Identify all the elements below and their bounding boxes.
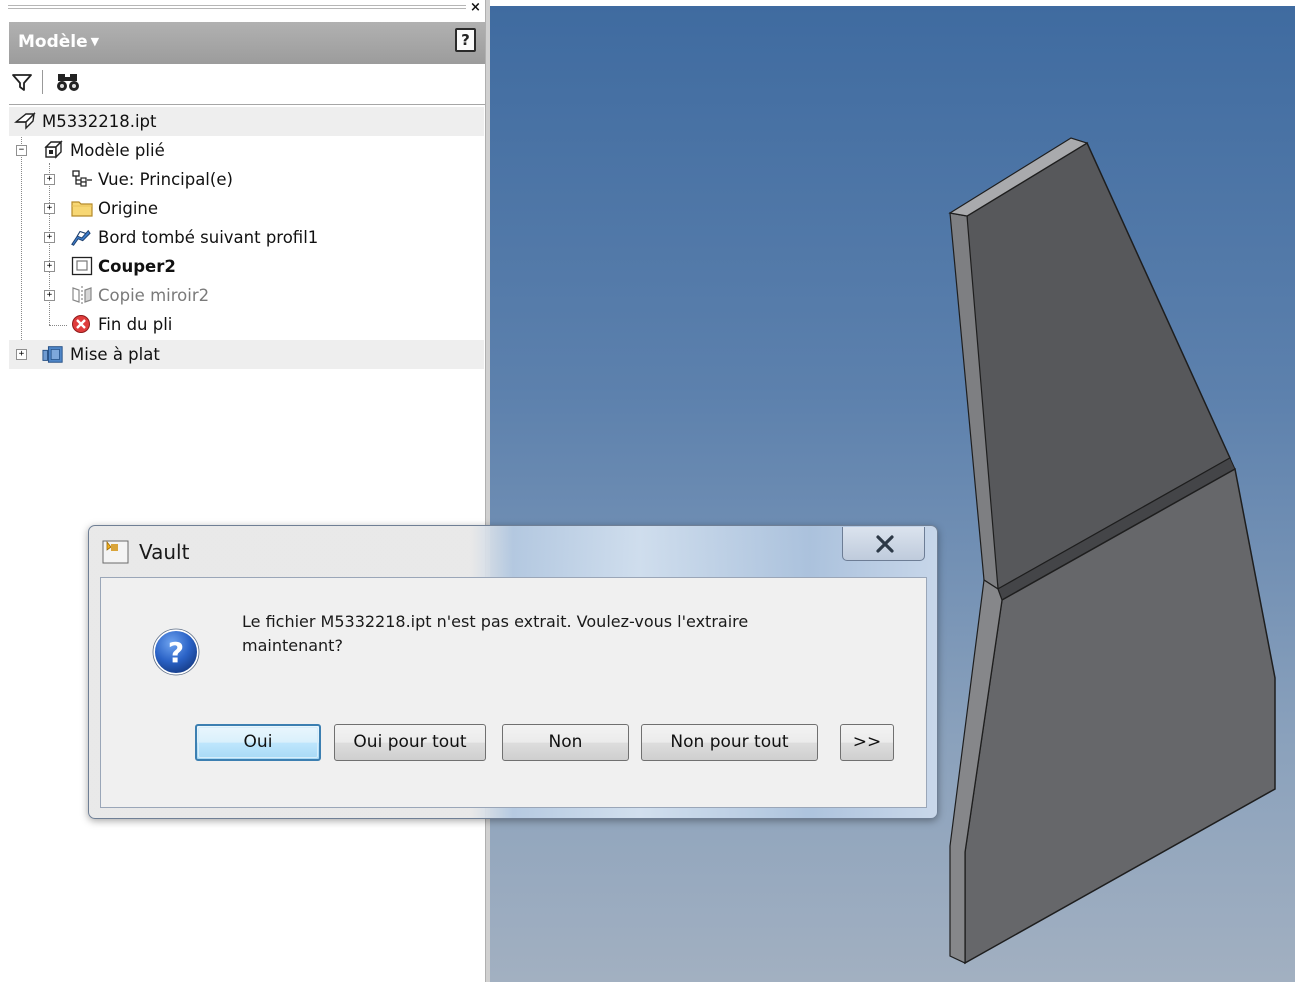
expand-toggle[interactable]: + (44, 203, 55, 214)
dialog-message-line: maintenant? (242, 636, 343, 655)
expand-toggle[interactable]: + (44, 174, 55, 185)
no-to-all-button[interactable]: Non pour tout (641, 724, 818, 761)
model-browser-panel: × Modèle ▼ ? M5332218.ipt − Modèle plié … (0, 0, 490, 982)
mirror-icon (72, 286, 92, 304)
tree-row-origin[interactable]: + Origine (9, 194, 484, 223)
flat-pattern-icon (42, 346, 63, 363)
more-button[interactable]: >> (840, 724, 894, 761)
no-button[interactable]: Non (502, 724, 629, 761)
browser-title-dropdown[interactable]: Modèle ▼ (18, 32, 99, 52)
tree-label: Origine (98, 199, 159, 218)
part-icon (14, 112, 36, 130)
svg-text:?: ? (168, 636, 184, 669)
tree-label: Mise à plat (70, 345, 160, 364)
tree-label: Fin du pli (98, 315, 173, 334)
view-rep-icon (72, 170, 92, 187)
find-icon[interactable] (55, 72, 81, 92)
dialog-message: Le fichier M5332218.ipt n'est pas extrai… (242, 610, 822, 658)
expand-toggle[interactable]: + (44, 261, 55, 272)
dialog-title: Vault (139, 540, 190, 564)
tree-row-part[interactable]: M5332218.ipt (9, 107, 484, 136)
filter-icon[interactable] (11, 72, 33, 92)
dialog-close-button[interactable] (842, 527, 925, 561)
toolbar-separator (42, 70, 43, 94)
tree-label: Vue: Principal(e) (98, 170, 233, 189)
tree-row-view[interactable]: + Vue: Principal(e) (9, 165, 484, 194)
tree-row-end-of-part[interactable]: Fin du pli (9, 310, 484, 339)
expand-toggle[interactable]: + (44, 290, 55, 301)
cut-icon (71, 256, 93, 276)
close-icon (876, 535, 894, 553)
folded-model-icon (44, 140, 63, 159)
tree-label: Couper2 (98, 257, 176, 276)
tree-row-folded-model[interactable]: − Modèle plié (9, 136, 484, 165)
tree-label: Copie miroir2 (98, 286, 210, 305)
collapse-toggle[interactable]: − (16, 145, 27, 156)
help-button[interactable]: ? (455, 28, 476, 52)
browser-title: Modèle (18, 32, 88, 52)
dialog-message-line: Le fichier M5332218.ipt n'est pas extrai… (242, 612, 749, 631)
panel-header: Modèle ▼ ? (9, 22, 486, 64)
dialog-body: ? Le fichier M5332218.ipt n'est pas extr… (100, 577, 927, 808)
vault-dialog: Vault ? Le fichier M5332218.ipt n'est pa… (88, 525, 938, 819)
tree-label: M5332218.ipt (42, 112, 157, 131)
tree-row-mirror[interactable]: + Copie miroir2 (9, 281, 484, 310)
panel-close-button[interactable]: × (470, 1, 481, 15)
panel-grip[interactable] (8, 2, 466, 12)
yes-button[interactable]: Oui (195, 724, 321, 761)
button-label: Oui (243, 732, 273, 752)
vault-app-icon (102, 540, 129, 564)
contour-flange-icon (71, 229, 91, 246)
chevron-down-icon: ▼ (90, 35, 100, 48)
sheet-metal-part (948, 137, 1276, 965)
expand-toggle[interactable]: + (16, 349, 27, 360)
yes-to-all-button[interactable]: Oui pour tout (334, 724, 486, 761)
tree-label: Modèle plié (70, 141, 165, 160)
expand-toggle[interactable]: + (44, 232, 55, 243)
folder-icon (71, 201, 93, 217)
graphics-viewport[interactable] (490, 6, 1295, 982)
end-of-part-icon (72, 315, 90, 333)
tree-label: Bord tombé suivant profil1 (98, 228, 319, 247)
tree-row-contour-flange[interactable]: + Bord tombé suivant profil1 (9, 223, 484, 252)
tree-row-flat-pattern[interactable]: + Mise à plat (9, 340, 484, 369)
tree-row-cut[interactable]: + Couper2 (9, 252, 484, 281)
browser-toolbar (9, 66, 486, 98)
question-icon: ? (152, 628, 200, 676)
